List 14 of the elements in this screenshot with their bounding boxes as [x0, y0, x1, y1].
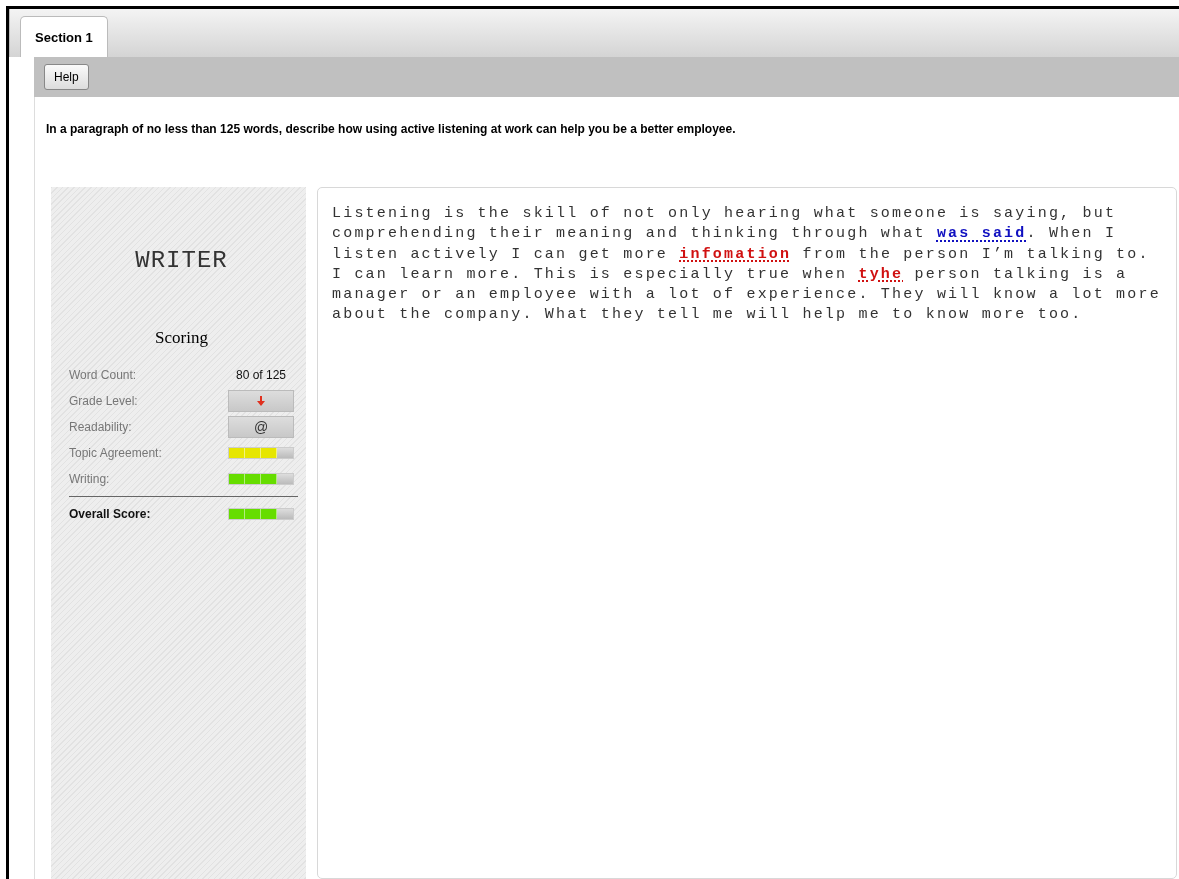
score-label: Grade Level: — [69, 394, 138, 408]
score-label: Word Count: — [69, 368, 137, 382]
readability-indicator: @ — [228, 416, 294, 438]
score-label: Overall Score: — [69, 507, 151, 521]
score-label: Writing: — [69, 472, 110, 486]
section-heading: Scoring — [155, 328, 208, 348]
help-button[interactable]: Help — [44, 64, 89, 90]
section-tab[interactable]: Section 1 — [20, 16, 108, 57]
essay-text: Listening is the skill of not only hearing what someone is saying, but comprehending their meaning and thinking through what was said. When I listen actively I can get more infomation from the person I’m talking to. I can learn more. This is especially true when tyhe person talking is a manager or an employee with a lot of experience. They will know a lot more about the company. What they tell me will help me to know more too. — [332, 204, 1162, 326]
score-value: 80 of 125 — [234, 368, 287, 382]
score-label: Topic Agreement: — [69, 446, 162, 460]
score-label: Readability: — [69, 420, 132, 434]
question-prompt: In a paragraph of no less than 125 words, describe how using active listening at work can help you be a better employee. — [46, 122, 737, 136]
app-title: WRITER — [135, 247, 228, 274]
